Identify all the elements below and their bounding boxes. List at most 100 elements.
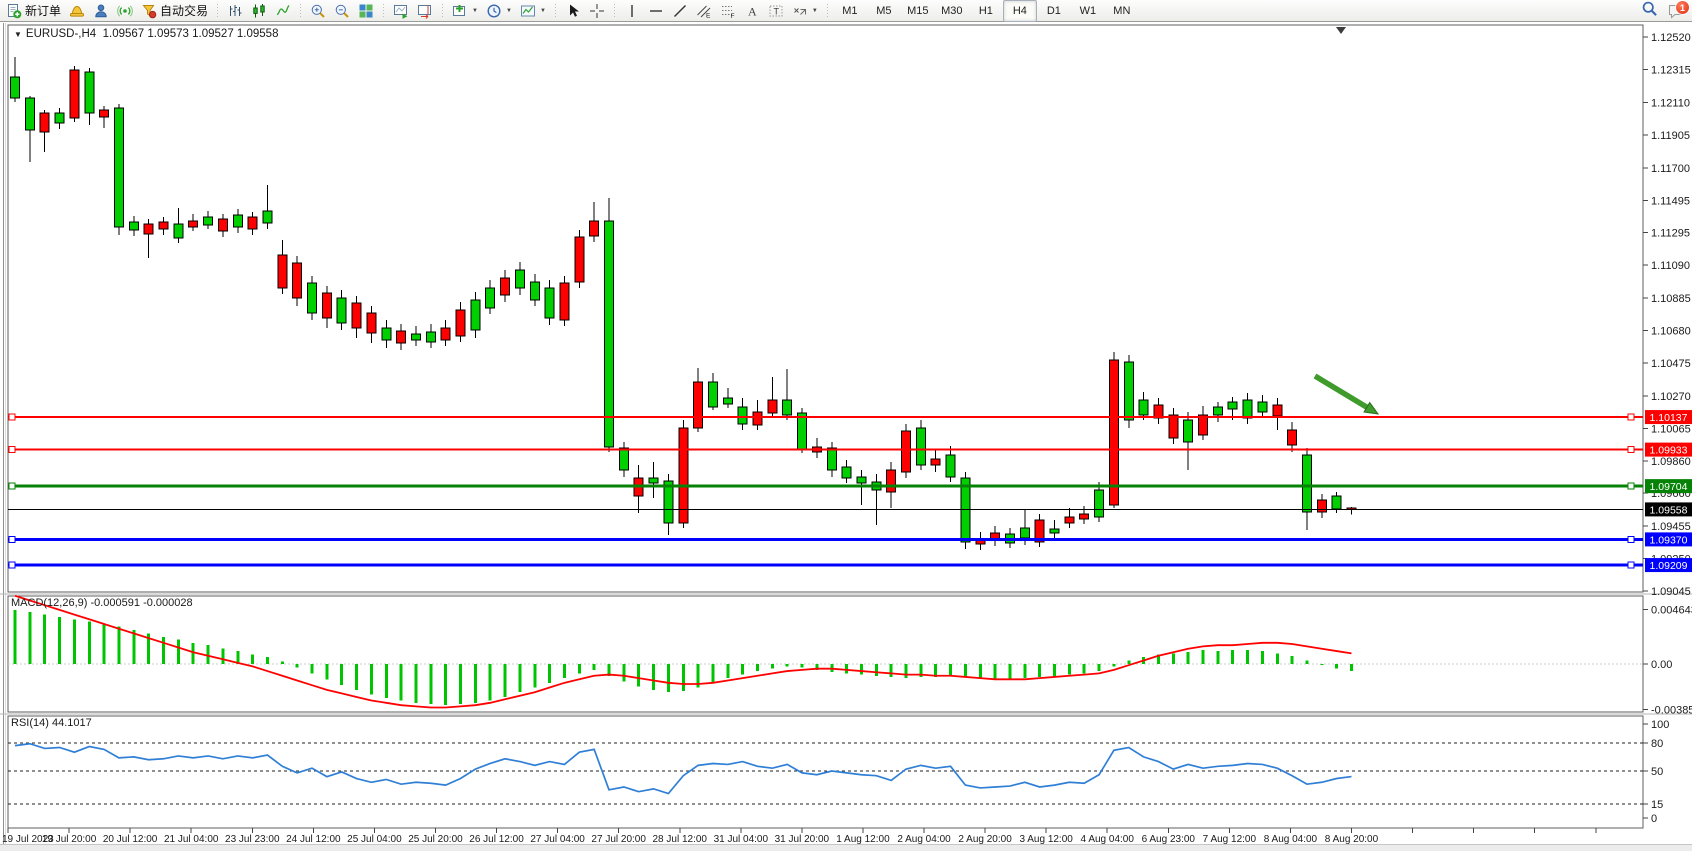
candle-bull: [1228, 402, 1237, 409]
macd-pane: [8, 596, 1643, 712]
community-button[interactable]: [89, 0, 113, 22]
candle-bull: [515, 270, 524, 288]
main-pane: [8, 25, 1643, 592]
toolbar-separator: [214, 3, 221, 19]
line-handle[interactable]: [1628, 447, 1634, 453]
tab-timeframe-D1[interactable]: D1: [1037, 0, 1071, 22]
toolbar-separator: [380, 3, 387, 19]
indicators-button[interactable]: ▼: [448, 0, 482, 22]
zoom-out-button[interactable]: [330, 0, 354, 22]
candlestick-chart-button[interactable]: [247, 0, 271, 22]
candle-bear: [1273, 405, 1282, 416]
candle-bull: [738, 407, 747, 424]
candle-bull: [1095, 490, 1104, 517]
candle-bull: [1050, 529, 1059, 533]
price-tag-label: 1.10137: [1650, 412, 1688, 424]
candle-bear: [575, 237, 584, 282]
line-handle[interactable]: [1628, 536, 1634, 542]
candle-bull: [263, 211, 272, 223]
line-handle[interactable]: [9, 562, 15, 568]
price-axis-label: 1.12110: [1651, 97, 1690, 109]
label-tool-button[interactable]: T: [764, 0, 788, 22]
candle-bear: [159, 222, 168, 229]
price-axis-label: 1.10680: [1651, 325, 1691, 337]
channel-tool-button[interactable]: E: [692, 0, 716, 22]
autotrade-button[interactable]: 自动交易: [137, 0, 212, 22]
tab-timeframe-H4[interactable]: H4: [1003, 0, 1037, 22]
candle-bear: [352, 303, 361, 328]
crosshair-tool-button[interactable]: [585, 0, 609, 22]
styler-button[interactable]: [65, 0, 89, 22]
candle-bear: [40, 113, 49, 132]
chevron-down-icon: ▼: [812, 8, 818, 14]
channel-icon: E: [696, 3, 712, 19]
tab-timeframe-W1[interactable]: W1: [1071, 0, 1105, 22]
candle-bear: [768, 400, 777, 413]
periods-button[interactable]: ▼: [482, 0, 516, 22]
line-handle[interactable]: [9, 483, 15, 489]
auto-scroll-button[interactable]: [389, 0, 413, 22]
chart-shift-button[interactable]: [413, 0, 437, 22]
autotrade-label: 自动交易: [160, 2, 208, 19]
candle-bear: [1065, 517, 1074, 523]
zoom-in-icon: [310, 3, 326, 19]
candle-bear: [70, 70, 79, 118]
new-order-label: 新订单: [25, 2, 61, 19]
price-axis-label: 1.11495: [1651, 195, 1690, 207]
tab-timeframe-M15[interactable]: M15: [901, 0, 935, 22]
svg-text:A: A: [748, 4, 757, 18]
candle-bull: [842, 467, 851, 478]
tile-windows-button[interactable]: [354, 0, 378, 22]
fibonacci-tool-button[interactable]: F: [716, 0, 740, 22]
line-handle[interactable]: [9, 447, 15, 453]
chevron-down-icon: ▼: [472, 8, 478, 14]
candle-bull: [129, 222, 138, 230]
templates-button[interactable]: ▼: [516, 0, 550, 22]
tab-timeframe-H1[interactable]: H1: [969, 0, 1003, 22]
hat-icon: [69, 3, 85, 19]
chart-area[interactable]: 1.125201.123151.121101.119051.117001.114…: [0, 0, 1692, 851]
cursor-tool-button[interactable]: [561, 0, 585, 22]
price-axis-label: 1.11700: [1651, 163, 1690, 175]
macd-indicator-label: MACD(12,26,9) -0.000591 -0.000028: [11, 597, 193, 609]
candle-bull: [530, 282, 539, 300]
line-chart-button[interactable]: [271, 0, 295, 22]
person-icon: [93, 3, 109, 19]
candle-bull: [605, 221, 614, 447]
text-tool-button[interactable]: A: [740, 0, 764, 22]
candle-bear: [887, 470, 896, 492]
horizontal-line-tool-button[interactable]: [644, 0, 668, 22]
arrows-tool-button[interactable]: ▼: [788, 0, 822, 22]
chat-button[interactable]: 1: [1666, 1, 1686, 21]
tab-timeframe-M30[interactable]: M30: [935, 0, 969, 22]
line-handle[interactable]: [9, 536, 15, 542]
candle-bull: [708, 382, 717, 407]
price-tag-label: 1.09558: [1650, 504, 1688, 516]
line-handle[interactable]: [9, 414, 15, 420]
line-handle[interactable]: [1628, 414, 1634, 420]
tile-windows-icon: [358, 3, 374, 19]
candle-bull: [337, 298, 346, 323]
line-handle[interactable]: [1628, 483, 1634, 489]
search-icon[interactable]: [1641, 0, 1658, 22]
candle-bear: [590, 221, 599, 236]
candle-bull: [946, 455, 955, 477]
tab-timeframe-M1[interactable]: M1: [833, 0, 867, 22]
bar-chart-button[interactable]: [223, 0, 247, 22]
candle-bull: [1184, 420, 1193, 442]
candle-bull: [1020, 528, 1029, 538]
candle-bear: [902, 431, 911, 472]
tab-timeframe-MN[interactable]: MN: [1105, 0, 1139, 22]
status-bar: [0, 844, 1692, 851]
candle-bear: [144, 224, 153, 234]
signals-button[interactable]: [113, 0, 137, 22]
new-order-button[interactable]: 新订单: [2, 0, 65, 22]
candle-bull: [486, 288, 495, 308]
price-axis-label: 1.09045: [1651, 586, 1691, 598]
vertical-line-tool-button[interactable]: [620, 0, 644, 22]
candle-bear: [694, 382, 703, 428]
trendline-tool-button[interactable]: [668, 0, 692, 22]
tab-timeframe-M5[interactable]: M5: [867, 0, 901, 22]
zoom-in-button[interactable]: [306, 0, 330, 22]
line-handle[interactable]: [1628, 562, 1634, 568]
